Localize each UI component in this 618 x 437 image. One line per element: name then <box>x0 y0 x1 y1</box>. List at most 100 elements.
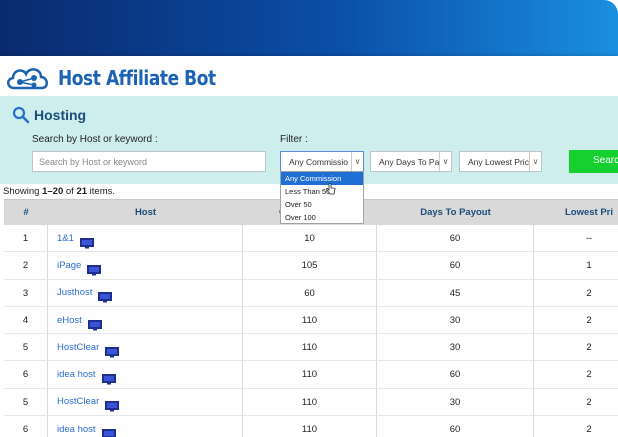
monitor-icon[interactable] <box>79 233 94 249</box>
hosting-table: # Host C Days To Payout Lowest Pri 11&11… <box>4 199 618 437</box>
lowest-price-filter-value: Any Lowest Pric <box>468 157 529 167</box>
commission-dropdown-list: Any Commission Less Than 50 Over 50 Over… <box>280 171 364 224</box>
summary-mid: of <box>63 186 77 197</box>
monitor-icon[interactable] <box>98 287 113 303</box>
cell-days-to-payout: 60 <box>377 416 534 437</box>
cell-lowest-price: 2 <box>586 287 592 299</box>
cell-commission: 105 <box>243 252 377 279</box>
cell-host: HostClear <box>48 388 243 416</box>
cell-commission: 110 <box>243 416 377 437</box>
cell-days-to-payout: 30 <box>377 334 534 361</box>
results-summary: Showing 1–20 of 21 items. <box>3 186 115 197</box>
host-link[interactable]: 1&1 <box>57 225 74 252</box>
cloud-network-icon <box>7 68 48 90</box>
table-row: 3 Justhost 60 45 2 <box>4 279 618 307</box>
dropdown-option[interactable]: Less Than 50 <box>281 185 363 198</box>
col-header-number[interactable]: # <box>4 200 48 225</box>
summary-range: 1–20 <box>42 186 64 197</box>
cell-days-to-payout: 60 <box>377 225 534 252</box>
cell-host: Justhost <box>48 279 243 306</box>
cell-number: 1 <box>4 225 48 252</box>
monitor-icon[interactable] <box>101 369 116 385</box>
cell-host: idea host <box>48 361 243 388</box>
cell-lowest-price: 2 <box>586 342 592 354</box>
cell-lowest-price: 1 <box>586 260 592 272</box>
dropdown-option[interactable]: Over 100 <box>281 211 363 224</box>
monitor-icon[interactable] <box>105 342 120 358</box>
cell-number: 5 <box>4 388 48 416</box>
summary-prefix: Showing <box>3 186 43 197</box>
host-link[interactable]: Justhost <box>57 279 92 306</box>
host-link[interactable]: HostClear <box>57 388 99 415</box>
host-link[interactable]: idea host <box>57 416 96 437</box>
search-icon <box>12 106 30 124</box>
cell-number: 6 <box>4 416 48 437</box>
table-body: 1 1&1 10 60 -- 2 iPage 105 60 1 3 Justhost 60 45 2 4 eHo… <box>4 225 618 437</box>
cell-number: 5 <box>4 334 48 361</box>
cell-days-to-payout: 60 <box>377 361 534 388</box>
commission-filter-select[interactable]: Any Commissio ∨ <box>280 151 364 172</box>
cell-days-to-payout: 45 <box>377 279 534 306</box>
top-banner <box>0 0 618 56</box>
summary-suffix: items. <box>87 186 115 197</box>
dropdown-option[interactable]: Any Commission <box>281 172 363 185</box>
panel-title: Hosting <box>12 106 86 124</box>
chevron-down-icon: ∨ <box>351 152 363 171</box>
commission-filter-value: Any Commissio <box>289 157 349 167</box>
table-row: 4 eHost 110 30 2 <box>4 306 618 335</box>
monitor-icon[interactable] <box>87 315 102 331</box>
panel-title-text: Hosting <box>34 107 87 123</box>
cell-number: 6 <box>4 361 48 388</box>
col-header-host[interactable]: Host <box>48 200 243 225</box>
search-button[interactable]: Searc <box>569 150 618 173</box>
monitor-icon[interactable] <box>87 260 102 276</box>
cell-lowest-price: 2 <box>586 424 592 436</box>
table-row: 1 1&1 10 60 -- <box>4 225 618 253</box>
cell-commission: 110 <box>243 306 377 334</box>
cell-lowest-price: 2 <box>586 314 592 326</box>
dropdown-option[interactable]: Over 50 <box>281 198 363 211</box>
col-header-days-to-payout[interactable]: Days To Payout <box>377 200 534 225</box>
monitor-icon[interactable] <box>101 424 116 437</box>
cell-commission: 60 <box>243 279 377 306</box>
host-link[interactable]: HostClear <box>57 334 99 361</box>
brand-name: Host Affiliate Bot <box>58 66 216 90</box>
app-card: Host Affiliate Bot Hosting Search by Hos… <box>0 56 618 437</box>
host-link[interactable]: iPage <box>57 252 81 279</box>
col-header-lowest-price[interactable]: Lowest Pri <box>534 200 618 225</box>
cell-lowest-price: -- <box>585 233 593 244</box>
cell-commission: 110 <box>243 388 377 416</box>
cell-host: HostClear <box>48 334 243 361</box>
search-input[interactable]: Search by Host or keyword <box>32 151 266 172</box>
chevron-down-icon: ∨ <box>529 152 541 171</box>
cell-commission: 10 <box>243 225 377 252</box>
cell-host: iPage <box>48 252 243 279</box>
cell-days-to-payout: 30 <box>377 388 534 416</box>
cell-lowest-price: 2 <box>586 369 592 381</box>
cell-lowest-price: 2 <box>586 396 592 408</box>
table-row: 2 iPage 105 60 1 <box>4 252 618 280</box>
filter-label: Filter : <box>280 134 308 145</box>
cell-number: 2 <box>4 252 48 279</box>
table-row: 5 HostClear 110 30 2 <box>4 388 618 417</box>
cell-host: idea host <box>48 416 243 437</box>
host-link[interactable]: idea host <box>57 361 96 388</box>
cell-number: 4 <box>4 306 48 334</box>
cell-host: eHost <box>48 306 243 334</box>
table-row: 6 idea host 110 60 2 <box>4 416 618 437</box>
host-link[interactable]: eHost <box>57 307 82 334</box>
days-filter-select[interactable]: Any Days To Pa ∨ <box>370 151 452 172</box>
pointer-hand-icon <box>326 183 336 195</box>
lowest-price-filter-select[interactable]: Any Lowest Pric ∨ <box>459 151 542 172</box>
cell-number: 3 <box>4 279 48 306</box>
monitor-icon[interactable] <box>105 396 120 412</box>
cell-commission: 110 <box>243 361 377 388</box>
chevron-down-icon: ∨ <box>439 152 451 171</box>
days-filter-value: Any Days To Pa <box>379 157 440 167</box>
summary-total: 21 <box>76 186 88 197</box>
brand-logo[interactable]: Host Affiliate Bot <box>4 62 243 94</box>
search-label: Search by Host or keyword : <box>32 134 158 145</box>
table-row: 5 HostClear 110 30 2 <box>4 334 618 362</box>
cell-commission: 110 <box>243 334 377 361</box>
cell-days-to-payout: 60 <box>377 252 534 279</box>
